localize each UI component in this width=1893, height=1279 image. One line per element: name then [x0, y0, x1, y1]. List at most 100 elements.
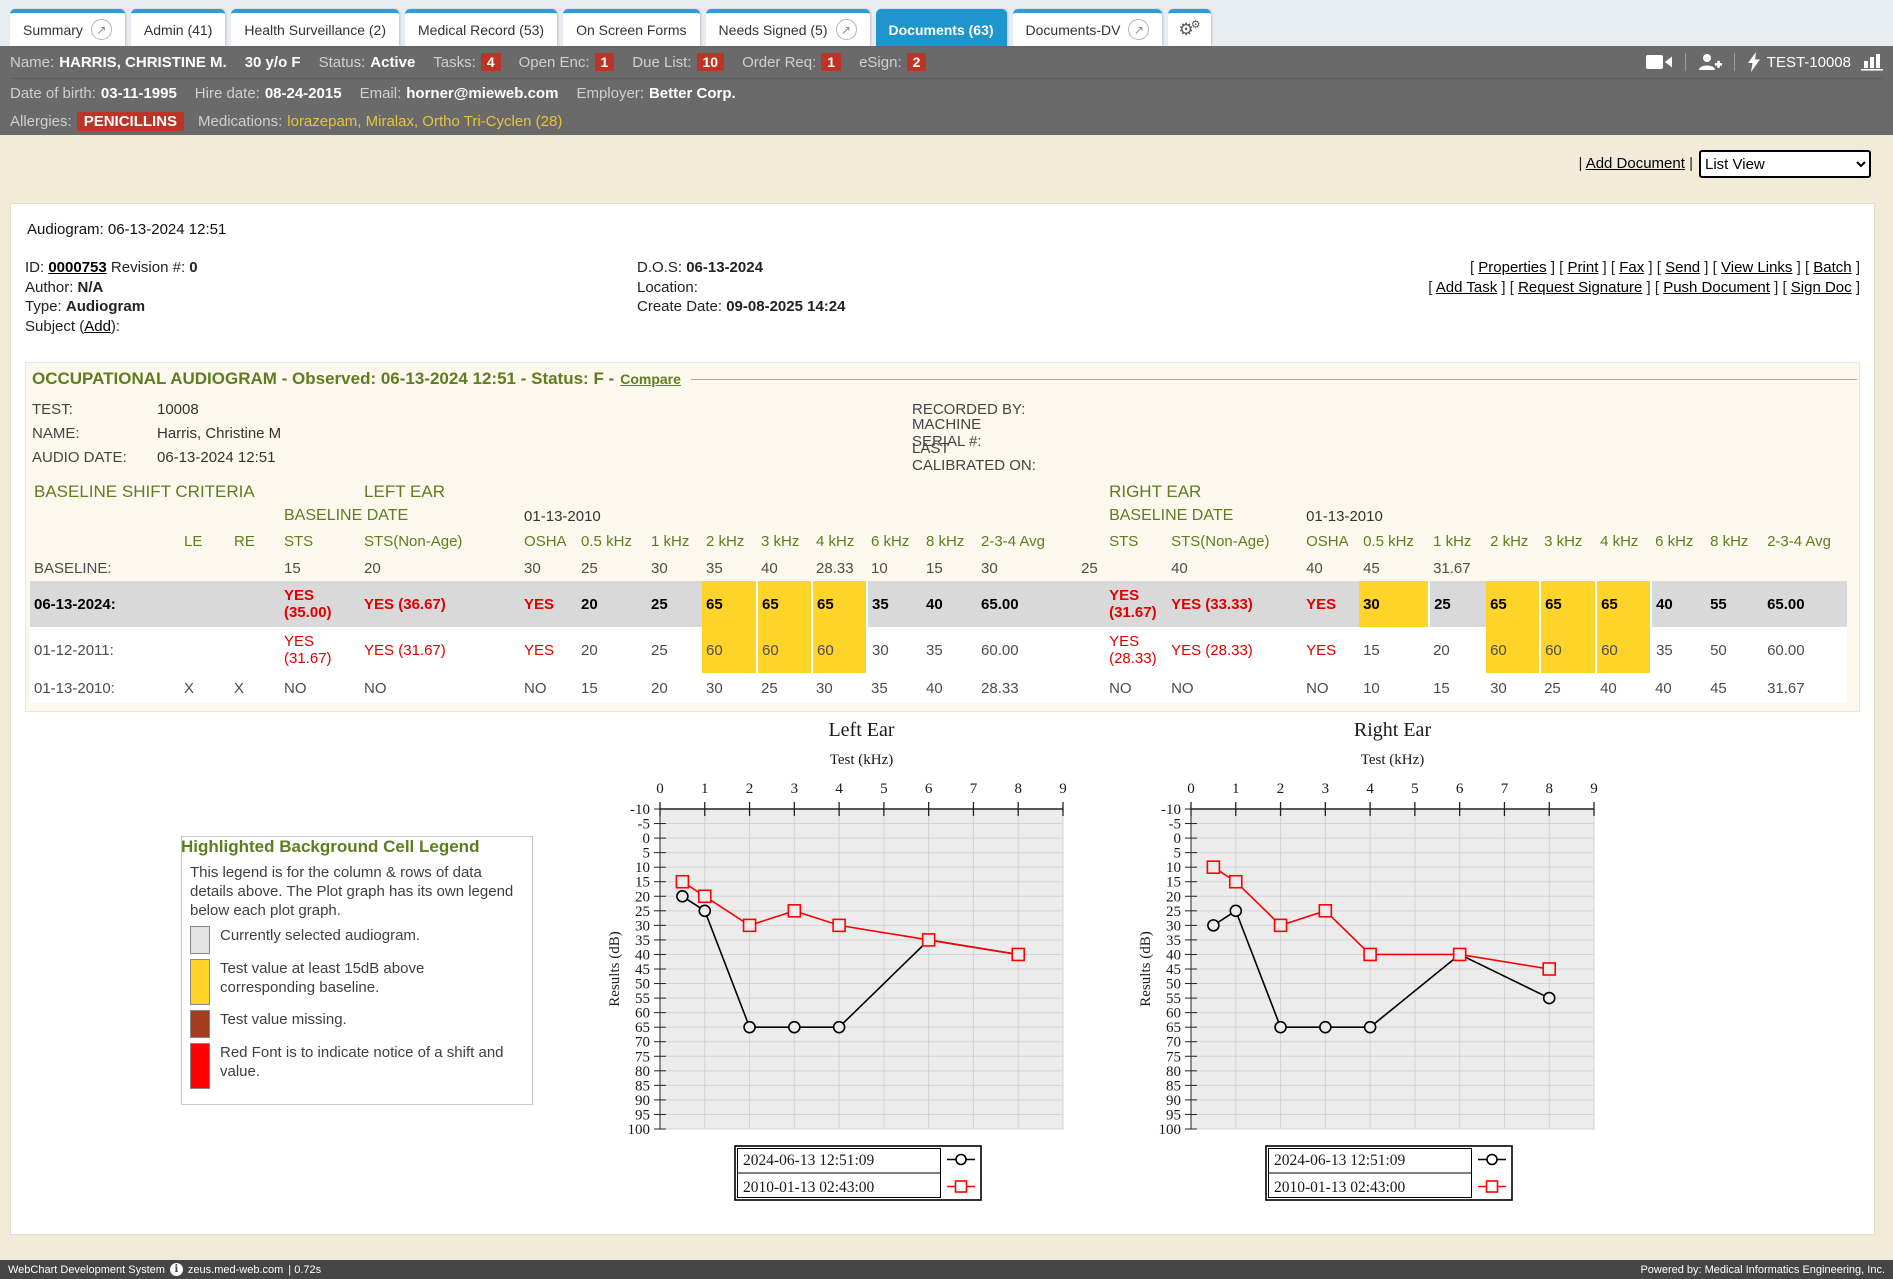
value-cell: 65: [1596, 581, 1651, 627]
tab-on-screen-forms[interactable]: On Screen Forms: [563, 9, 699, 46]
value-cell: 60: [1486, 627, 1540, 673]
info-icon[interactable]: i: [170, 1263, 183, 1276]
external-link-icon[interactable]: ↗: [1128, 19, 1149, 40]
print-link[interactable]: Print: [1568, 259, 1599, 276]
tab-documents-63[interactable]: Documents (63): [876, 9, 1007, 46]
value-cell: [1596, 555, 1651, 581]
status-label: Status:: [319, 54, 366, 71]
value-cell: 20: [1429, 627, 1486, 673]
value-cell: 20: [577, 581, 647, 627]
document-id-link[interactable]: 0000753: [48, 259, 106, 276]
legend-swatch: [190, 959, 210, 1005]
tab-label: Needs Signed (5): [719, 22, 828, 38]
view-select[interactable]: List View: [1699, 150, 1871, 178]
table-cell: [1077, 479, 1105, 505]
table-cell: [1077, 505, 1105, 527]
order-req-label: Order Req:: [742, 54, 816, 71]
send-link[interactable]: Send: [1665, 259, 1700, 276]
row-label: 06-13-2024:: [30, 581, 180, 627]
value-cell: 10: [867, 555, 922, 581]
push-document-link[interactable]: Push Document: [1663, 279, 1770, 296]
video-camera-icon[interactable]: [1646, 54, 1673, 70]
add-task-link[interactable]: Add Task: [1436, 279, 1497, 296]
left-ear-heading: LEFT EAR: [360, 479, 1077, 505]
row-label: 01-12-2011:: [30, 627, 180, 673]
recorded-by-label: RECORDED BY:: [912, 401, 1037, 418]
tasks-badge[interactable]: 4: [481, 53, 501, 71]
fax-link[interactable]: Fax: [1619, 259, 1644, 276]
info-row: TEST:10008: [32, 397, 912, 421]
value-cell: YES (31.67): [360, 627, 520, 673]
compare-link[interactable]: Compare: [620, 371, 681, 387]
svg-text:3: 3: [1322, 781, 1330, 797]
batch-link[interactable]: Batch: [1813, 259, 1851, 276]
value-cell: 40: [922, 673, 977, 703]
bar-chart-icon[interactable]: [1861, 53, 1883, 71]
tab-summary[interactable]: Summary↗: [10, 9, 125, 46]
svg-text:100: 100: [628, 1122, 651, 1138]
value-cell: 65: [1486, 581, 1540, 627]
col-header-re: RE: [230, 527, 280, 555]
external-link-icon[interactable]: ↗: [91, 19, 112, 40]
value-cell: 60: [757, 627, 812, 673]
right-ear-heading: RIGHT EAR: [1105, 479, 1847, 505]
allergies-label: Allergies:: [10, 113, 72, 130]
value-cell: 31.67: [1763, 673, 1847, 703]
open-enc-badge[interactable]: 1: [595, 53, 615, 71]
employer-label: Employer:: [576, 85, 644, 102]
value-cell: 15: [922, 555, 977, 581]
svg-text:2: 2: [746, 781, 754, 797]
tab-needs-signed-5[interactable]: Needs Signed (5) ↗: [706, 9, 870, 46]
allergy-badge[interactable]: PENICILLINS: [77, 112, 184, 131]
tab-health-surveillance-2[interactable]: Health Surveillance (2): [231, 9, 399, 46]
request-signature-link[interactable]: Request Signature: [1518, 279, 1642, 296]
value-cell: 65.00: [977, 581, 1077, 627]
view-links-link[interactable]: View Links: [1721, 259, 1792, 276]
sign-doc-link[interactable]: Sign Doc: [1791, 279, 1852, 296]
document-links-row2: [ Add Task ] [ Request Signature ] [ Pus…: [1197, 278, 1860, 298]
value-cell: 45: [1706, 673, 1763, 703]
left-baseline-date-label: BASELINE DATE: [280, 505, 520, 527]
legend-item: Red Font is to indicate notice of a shif…: [190, 1043, 522, 1089]
lightning-bolt-icon[interactable]: [1747, 52, 1761, 72]
value-cell: 31.67: [1429, 555, 1486, 581]
due-list-badge[interactable]: 10: [697, 53, 725, 71]
subject-add-link[interactable]: Add: [84, 318, 111, 335]
add-user-icon[interactable]: [1698, 53, 1722, 71]
value-cell: [1651, 555, 1706, 581]
pipe: |: [1578, 155, 1582, 172]
svg-text:4: 4: [835, 781, 843, 797]
settings-gear-button[interactable]: ⚙⚙: [1168, 9, 1210, 46]
highlight-legend-box: This legend is for the column & rows of …: [181, 836, 533, 1105]
open-enc-label: Open Enc:: [519, 54, 590, 71]
value-cell: [230, 555, 280, 581]
medications-list[interactable]: lorazepam, Miralax, Ortho Tri-Cyclen (28…: [287, 113, 562, 130]
tab-documents-dv[interactable]: Documents-DV↗: [1013, 9, 1163, 46]
left-baseline-date: 01-13-2010: [520, 505, 647, 527]
value-cell: 65: [1540, 581, 1596, 627]
criteria-heading: BASELINE SHIFT CRITERIA: [30, 479, 360, 505]
col-header-3-khz-right: 3 kHz: [1540, 527, 1596, 555]
svg-text:Test (kHz): Test (kHz): [1361, 752, 1425, 768]
footer-host-link[interactable]: zeus.med-web.com: [188, 1264, 283, 1276]
value-cell: YES (36.67): [360, 581, 520, 627]
add-document-link[interactable]: Add Document: [1586, 155, 1685, 172]
value-cell: YES (31.67): [1105, 581, 1167, 627]
value-cell: 30: [1359, 581, 1429, 627]
external-link-icon[interactable]: ↗: [836, 19, 857, 40]
value-cell: 60: [1540, 627, 1596, 673]
meta-middle: D.O.S: 06-13-2024 Location: Create Date:…: [637, 258, 1197, 336]
value-cell: 25: [1540, 673, 1596, 703]
value-cell: [1486, 555, 1540, 581]
esign-badge[interactable]: 2: [907, 53, 927, 71]
tab-medical-record-53[interactable]: Medical Record (53): [405, 9, 557, 46]
value-cell: 10: [1359, 673, 1429, 703]
tab-admin-41[interactable]: Admin (41): [131, 9, 225, 46]
order-req-badge[interactable]: 1: [821, 53, 841, 71]
col-header-2-khz: 2 kHz: [702, 527, 757, 555]
properties-link[interactable]: Properties: [1478, 259, 1546, 276]
type-label: Type:: [25, 298, 62, 315]
legend-item-text: Test value at least 15dB above correspon…: [220, 959, 522, 997]
tab-label: Medical Record (53): [418, 22, 544, 38]
date-of-birth-label: Date of birth:: [10, 85, 96, 102]
